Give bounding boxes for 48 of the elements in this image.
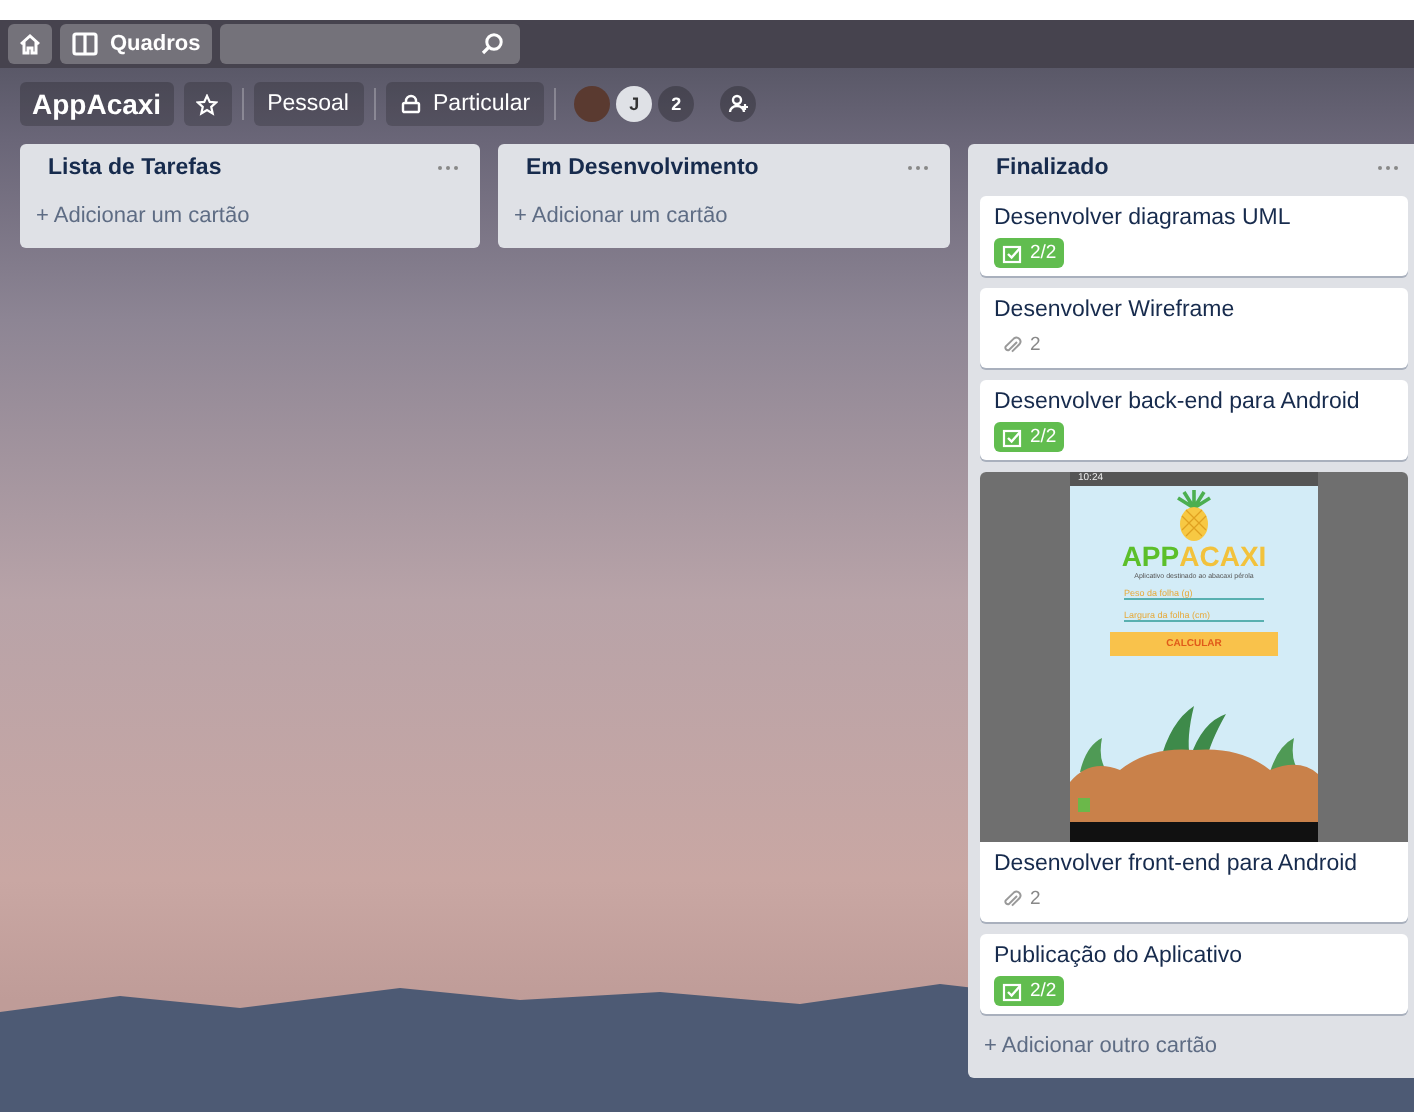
- add-card-link[interactable]: + Adicionar um cartão: [32, 196, 468, 240]
- card-title: Desenvolver back-end para Android: [994, 390, 1362, 414]
- card-title: Publicação do Aplicativo: [994, 944, 1245, 968]
- search-field[interactable]: [220, 24, 521, 64]
- card-title: Desenvolver diagramas UML: [994, 206, 1293, 230]
- checklist-count: 2/2: [1030, 980, 1057, 1002]
- more-icon[interactable]: [906, 164, 930, 172]
- checkbox-icon: [1002, 427, 1022, 447]
- lock-icon: [399, 94, 421, 114]
- logo-text: APP: [1121, 542, 1180, 570]
- boards-button[interactable]: Quadros: [60, 24, 213, 64]
- list-title[interactable]: Em Desenvolvimento: [526, 156, 759, 180]
- search-icon: [480, 32, 505, 56]
- more-icon[interactable]: [436, 164, 460, 172]
- checklist-count: 2/2: [1030, 426, 1057, 448]
- board-icon: [72, 32, 98, 56]
- list-title[interactable]: Lista de Tarefas: [48, 156, 222, 180]
- team-button[interactable]: Pessoal: [253, 82, 363, 126]
- more-icon[interactable]: [1376, 164, 1400, 172]
- star-icon: [196, 93, 219, 115]
- member-avatar[interactable]: J: [616, 86, 653, 122]
- paperclip-icon: [1002, 889, 1022, 909]
- list-title[interactable]: Finalizado: [996, 156, 1109, 180]
- logo-text: ACAXI: [1179, 542, 1267, 570]
- checklist-count: 2/2: [1030, 242, 1057, 264]
- card-title: Desenvolver front-end para Android: [994, 852, 1360, 876]
- star-button[interactable]: [183, 82, 232, 126]
- board-title[interactable]: AppAcaxi: [20, 82, 174, 126]
- invite-button[interactable]: [720, 86, 757, 122]
- paperclip-icon: [1002, 335, 1022, 355]
- checkbox-icon: [1002, 243, 1022, 263]
- attachment-count: 2: [1030, 888, 1041, 910]
- add-card-link[interactable]: + Adicionar outro cartão: [980, 1026, 1408, 1070]
- task-card[interactable]: Desenvolver back-end para Android 2/2: [980, 380, 1408, 460]
- member-count[interactable]: 2: [658, 86, 695, 122]
- task-card[interactable]: Publicação do Aplicativo 2/2: [980, 934, 1408, 1014]
- attachment-count: 2: [1030, 334, 1041, 356]
- task-card[interactable]: Desenvolver Wireframe 2: [980, 288, 1408, 368]
- house-icon: [18, 32, 42, 56]
- member-avatar[interactable]: [574, 86, 611, 122]
- add-person-icon: [727, 94, 750, 114]
- visibility-button[interactable]: Particular: [385, 82, 545, 126]
- task-card[interactable]: Desenvolver diagramas UML 2/2: [980, 196, 1408, 276]
- checkbox-icon: [1002, 981, 1022, 1001]
- card-title: Desenvolver Wireframe: [994, 298, 1237, 322]
- home-button[interactable]: [8, 24, 52, 64]
- pineapple-icon: [1172, 490, 1216, 542]
- add-card-link[interactable]: + Adicionar um cartão: [510, 196, 938, 240]
